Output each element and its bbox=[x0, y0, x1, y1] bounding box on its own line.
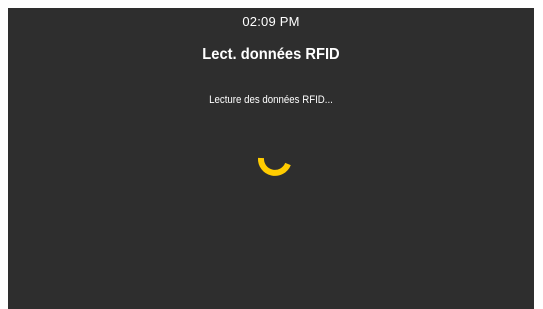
status-message: Lecture des données RFID... bbox=[209, 94, 333, 106]
device-screen: 02:09 PM Lect. données RFID Lecture des … bbox=[8, 8, 534, 309]
loading-spinner-icon bbox=[258, 157, 291, 176]
status-time: 02:09 PM bbox=[242, 14, 300, 29]
page-title: Lect. données RFID bbox=[202, 46, 340, 63]
